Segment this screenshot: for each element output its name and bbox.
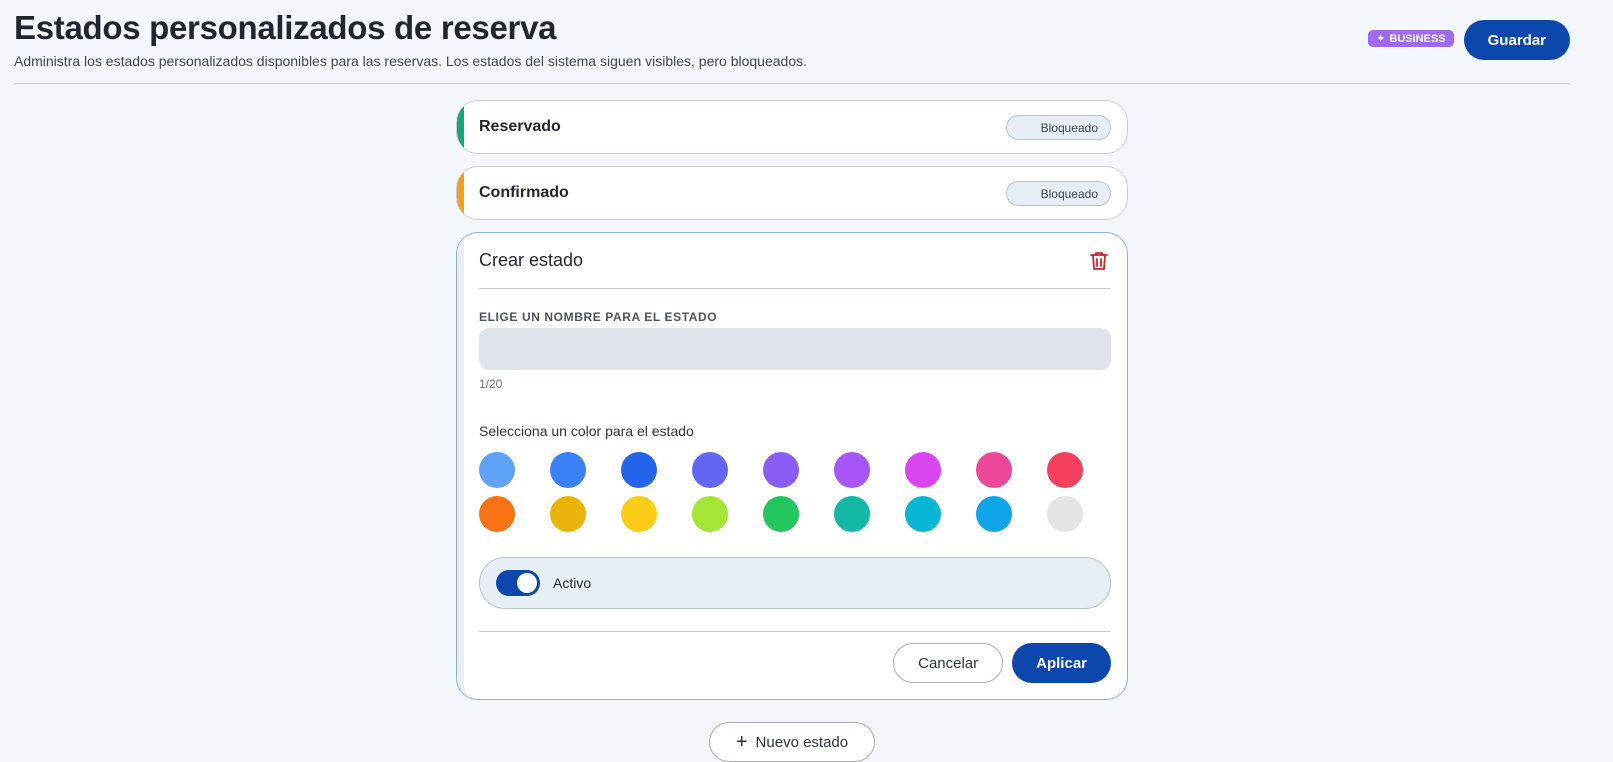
editor-header: Crear estado xyxy=(479,233,1111,289)
color-swatch[interactable] xyxy=(550,496,586,532)
color-swatch[interactable] xyxy=(479,452,515,488)
color-swatch[interactable] xyxy=(550,452,586,488)
business-badge-label: BUSINESS xyxy=(1389,32,1446,45)
save-button[interactable]: Guardar xyxy=(1463,20,1570,60)
color-swatch[interactable] xyxy=(905,496,941,532)
active-label: Activo xyxy=(553,575,592,591)
color-picker-label: Selecciona un color para el estado xyxy=(479,423,694,439)
color-swatch[interactable] xyxy=(976,496,1012,532)
apply-button[interactable]: Aplicar xyxy=(1012,643,1111,683)
sparkle-icon: ✦ xyxy=(1376,33,1386,45)
color-swatch[interactable] xyxy=(692,452,728,488)
color-swatch[interactable] xyxy=(763,452,799,488)
locked-badge: Bloqueado xyxy=(1005,115,1111,140)
color-swatch[interactable] xyxy=(976,452,1012,488)
state-color-stripe xyxy=(457,101,464,153)
state-color-stripe xyxy=(457,167,464,219)
new-state-button[interactable]: + Nuevo estado xyxy=(709,722,875,762)
locked-badge: Bloqueado xyxy=(1005,181,1111,206)
system-state-card[interactable]: Confirmado Bloqueado xyxy=(456,166,1128,220)
editor-title: Crear estado xyxy=(479,250,584,270)
page-subtitle: Administra los estados personalizados di… xyxy=(14,53,807,69)
color-swatch[interactable] xyxy=(905,452,941,488)
state-color-stripe xyxy=(457,233,464,699)
state-name-input[interactable] xyxy=(479,328,1111,370)
color-swatch[interactable] xyxy=(621,452,657,488)
new-state-label: Nuevo estado xyxy=(755,733,849,751)
color-swatch[interactable] xyxy=(621,496,657,532)
color-swatch[interactable] xyxy=(1047,452,1083,488)
page-title: Estados personalizados de reserva xyxy=(14,9,557,46)
trash-icon[interactable] xyxy=(1087,249,1111,273)
toggle-knob xyxy=(517,573,537,593)
page-header: Estados personalizados de reserva Admini… xyxy=(14,8,1570,84)
color-swatches xyxy=(479,452,1099,532)
state-name: Confirmado xyxy=(479,184,569,201)
plus-icon: + xyxy=(735,731,748,753)
color-swatch[interactable] xyxy=(479,496,515,532)
system-state-card[interactable]: Reservado Bloqueado xyxy=(456,100,1128,154)
color-swatch[interactable] xyxy=(692,496,728,532)
active-toggle-row: Activo xyxy=(479,557,1111,609)
name-field-label: ELIGE UN NOMBRE PARA EL ESTADO xyxy=(479,310,718,324)
color-swatch[interactable] xyxy=(834,496,870,532)
active-toggle[interactable] xyxy=(496,570,540,596)
states-column: Reservado Bloqueado Confirmado Bloqueado… xyxy=(456,100,1128,700)
editor-footer-divider xyxy=(479,631,1111,632)
color-swatch[interactable] xyxy=(1047,496,1083,532)
business-badge: ✦ BUSINESS xyxy=(1368,30,1454,47)
create-state-editor: Crear estado ELIGE UN NOMBRE PARA EL EST… xyxy=(456,232,1128,700)
editor-actions: Cancelar Aplicar xyxy=(893,643,1111,683)
state-name: Reservado xyxy=(479,118,561,135)
header-actions: ✦ BUSINESS Guardar xyxy=(1368,20,1570,60)
cancel-button[interactable]: Cancelar xyxy=(893,643,1004,683)
color-swatch[interactable] xyxy=(763,496,799,532)
char-counter: 1/20 xyxy=(479,377,503,391)
color-swatch[interactable] xyxy=(834,452,870,488)
